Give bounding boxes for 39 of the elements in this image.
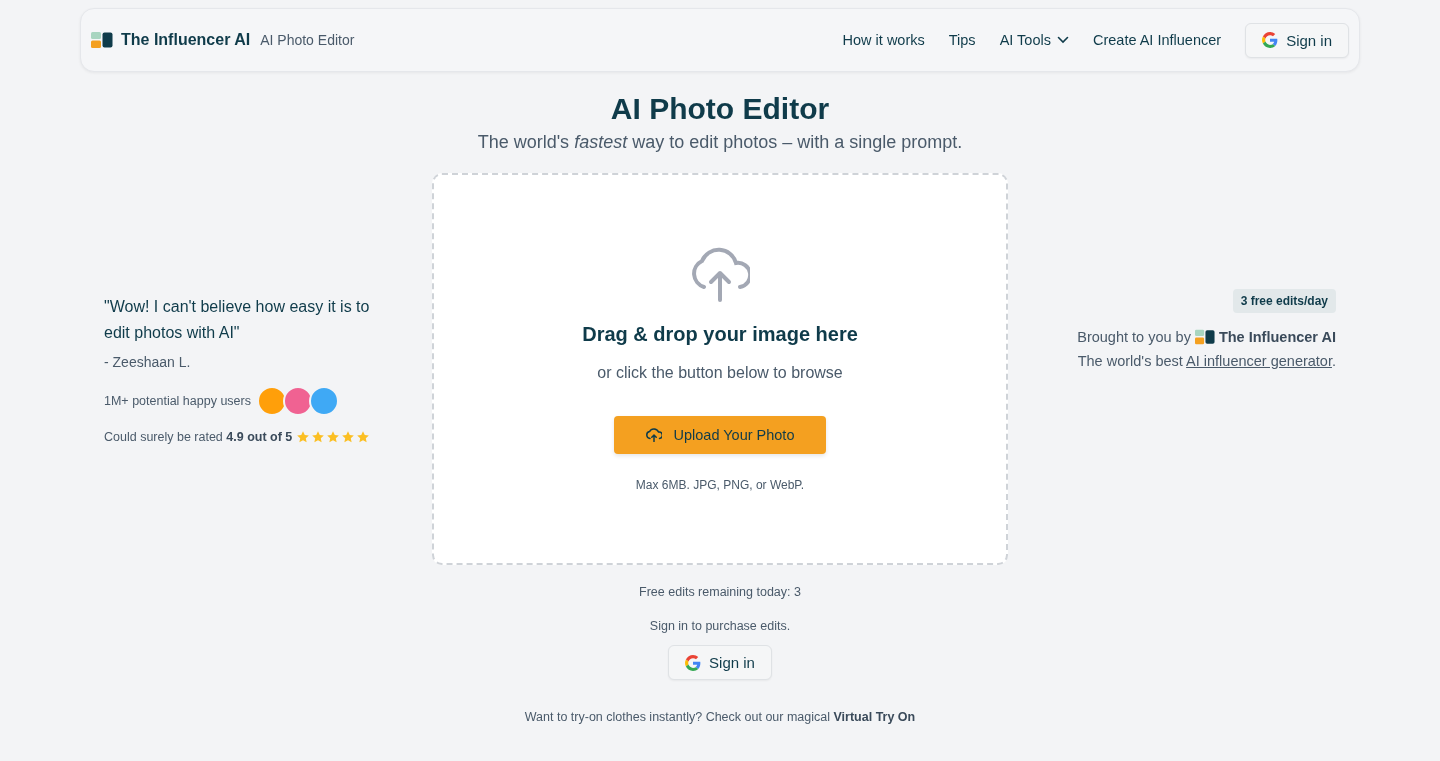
page-title: AI Photo Editor xyxy=(609,92,831,126)
dropzone-hint: or click the button below to browse xyxy=(597,363,843,382)
chevron-down-icon xyxy=(1056,36,1069,44)
logo-icon xyxy=(1194,329,1215,345)
users-count: 1M+ potential happy users xyxy=(104,394,251,408)
cloud-upload-icon xyxy=(690,246,750,303)
star-icon xyxy=(311,430,326,444)
nav-link[interactable]: Create AI Influencer xyxy=(1092,32,1222,48)
remaining-edits: Free edits remaining today: 3 xyxy=(639,585,801,599)
testimonial-author: - Zeeshaan L. xyxy=(104,354,192,370)
purchase-note: Sign in to purchase edits. xyxy=(649,619,791,633)
brand-name[interactable]: The Influencer AI xyxy=(121,31,251,49)
brought-by-text: Brought to you by xyxy=(1077,329,1191,345)
google-icon xyxy=(1262,32,1279,48)
logo-icon xyxy=(91,32,113,48)
google-icon xyxy=(685,654,702,671)
nav-link[interactable]: Tips xyxy=(948,32,976,48)
tagline: The world's best AI influencer generator. xyxy=(1077,353,1336,369)
generator-link[interactable]: AI influencer generator xyxy=(1186,353,1332,369)
page-subtitle: The world's fastest way to edit photos – with a single prompt. xyxy=(476,132,964,153)
product-name: AI Photo Editor xyxy=(260,32,355,48)
file-limits: Max 6MB. JPG, PNG, or WebP. xyxy=(635,477,805,492)
testimonial-quote: "Wow! I can't believe how easy it is to edit photos with AI" xyxy=(104,297,371,343)
upload-button[interactable]: Upload Your Photo xyxy=(613,415,827,454)
star-icon xyxy=(296,430,311,444)
star-icon xyxy=(356,430,371,444)
sign-in-button[interactable]: Sign in xyxy=(1245,22,1349,58)
sign-in-button[interactable]: Sign in xyxy=(668,645,772,680)
upload-dropzone[interactable]: Drag & drop your image here or click the button below to browse Upload Your Photo Max 6MB. JPG, PNG, or WebP. xyxy=(432,173,1008,565)
cloud-upload-icon xyxy=(645,427,662,442)
brand-link[interactable]: The Influencer AI xyxy=(1218,329,1336,345)
star-icon xyxy=(326,430,341,444)
dropzone-heading: Drag & drop your image here xyxy=(582,322,858,346)
nav-dropdown[interactable]: AI Tools xyxy=(999,32,1069,48)
rating-text: Could surely be rated 4.9 out of 5 xyxy=(104,430,293,444)
nav-link[interactable]: How it works xyxy=(842,32,925,48)
free-edits-badge: 3 free edits/day xyxy=(1232,289,1336,313)
star-icon xyxy=(341,430,356,444)
footer-note: Want to try-on clothes instantly? Check out our magical Virtual Try On xyxy=(524,710,916,724)
